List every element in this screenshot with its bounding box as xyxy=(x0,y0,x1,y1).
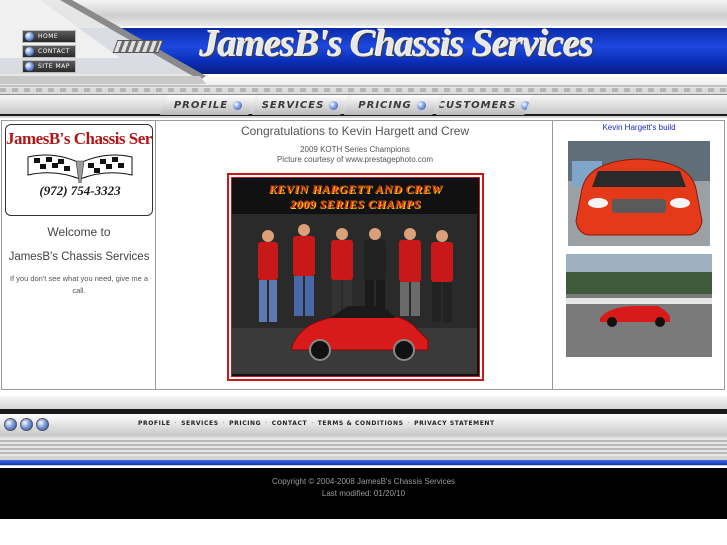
bullet-icon xyxy=(25,32,34,41)
arrow-circle-icon xyxy=(329,100,339,110)
footer-link-separator: · xyxy=(265,420,268,427)
footer-blue-stripe xyxy=(0,460,727,465)
footer-link-separator: · xyxy=(174,420,178,427)
side-nav-site-map[interactable]: SITE MAP xyxy=(22,60,76,73)
welcome-text: Welcome to xyxy=(47,225,111,239)
red-mustang-front-image xyxy=(568,141,710,246)
footer-link-separator: · xyxy=(407,420,411,427)
header-grille-decoration xyxy=(112,40,164,53)
tab-profile[interactable]: PROFILE xyxy=(160,95,256,115)
side-nav-home[interactable]: HOME xyxy=(22,30,76,43)
tab-label: SERVICES xyxy=(261,99,325,111)
champions-photo-image: KEVIN HARGETT AND CREW 2009 SERIES CHAMP… xyxy=(231,177,480,377)
footer-top-stripe xyxy=(0,396,727,410)
footer-link-terms[interactable]: TERMS & CONDITIONS xyxy=(318,420,404,427)
footer-links: PROFILE · SERVICES · PRICING · CONTACT ·… xyxy=(138,420,495,427)
build-title[interactable]: Kevin Hargett's build xyxy=(554,123,724,132)
side-nav-contact[interactable]: CONTACT xyxy=(22,45,76,58)
footer-link-separator: · xyxy=(311,420,314,427)
footer-link-services[interactable]: SERVICES xyxy=(181,420,219,427)
site-title: JamesB's Chassis Services xyxy=(200,23,594,65)
company-logo[interactable]: JamesB's Chassis Services xyxy=(5,124,153,216)
headline: Congratulations to Kevin Hargett and Cre… xyxy=(240,124,470,138)
page: HOME CONTACT SITE MAP JamesB's Chassis S… xyxy=(0,0,727,545)
copyright-text: Copyright © 2004-2008 JamesB's Chassis S… xyxy=(271,477,456,486)
contact-icon[interactable] xyxy=(20,418,33,431)
red-mustang-track-image xyxy=(566,254,712,357)
footer-pinstripes xyxy=(0,438,727,456)
company-name-text: JamesB's Chassis Services xyxy=(8,251,150,263)
side-nav-label: CONTACT xyxy=(38,48,70,55)
help-note: If you don't see what you need, give me … xyxy=(9,274,149,295)
footer-link-profile[interactable]: PROFILE xyxy=(138,420,171,427)
side-nav-label: HOME xyxy=(38,33,59,40)
photo-credit: Picture courtesy of www.prestagephoto.co… xyxy=(276,155,434,164)
tab-label: PROFILE xyxy=(173,99,229,111)
side-nav: HOME CONTACT SITE MAP xyxy=(22,30,76,75)
footer-icon-group xyxy=(4,418,52,431)
checkered-flag-icon xyxy=(27,154,133,183)
tab-label: CUSTOMERS xyxy=(437,99,517,111)
side-nav-label: SITE MAP xyxy=(38,63,70,70)
champions-photo: KEVIN HARGETT AND CREW 2009 SERIES CHAMP… xyxy=(227,173,484,381)
logo-name: JamesB's Chassis Services xyxy=(6,129,152,148)
top-tabs: PROFILE SERVICES PRICING CUSTOMERS xyxy=(160,95,532,115)
home-icon[interactable] xyxy=(4,418,17,431)
main-column: Congratulations to Kevin Hargett and Cre… xyxy=(157,121,553,389)
footer-band: PROFILE · SERVICES · PRICING · CONTACT ·… xyxy=(0,396,727,466)
tab-services[interactable]: SERVICES xyxy=(252,95,348,115)
crew-and-car-illustration xyxy=(232,214,477,374)
footer-link-privacy[interactable]: PRIVACY STATEMENT xyxy=(414,420,495,427)
footer-link-contact[interactable]: CONTACT xyxy=(272,420,308,427)
site-map-icon[interactable] xyxy=(36,418,49,431)
last-modified-text: Last modified: 01/20/10 xyxy=(321,489,406,498)
logo-phone: (972) 754-3323 xyxy=(39,183,121,198)
arrow-circle-icon xyxy=(416,100,426,110)
tab-label: PRICING xyxy=(358,99,412,111)
bullet-icon xyxy=(25,47,34,56)
footer-link-pricing[interactable]: PRICING xyxy=(229,420,261,427)
content-area: JamesB's Chassis Services xyxy=(1,120,725,390)
build-photo-track[interactable] xyxy=(566,254,712,357)
header: HOME CONTACT SITE MAP JamesB's Chassis S… xyxy=(0,0,727,118)
tab-customers[interactable]: CUSTOMERS xyxy=(436,95,532,115)
bullet-icon xyxy=(25,62,34,71)
tab-pricing[interactable]: PRICING xyxy=(344,95,440,115)
left-column: JamesB's Chassis Services xyxy=(2,121,156,389)
arrow-circle-icon xyxy=(233,100,243,110)
footer-link-separator: · xyxy=(222,420,226,427)
right-column: Kevin Hargett's build xyxy=(554,121,724,389)
build-photo-front[interactable] xyxy=(568,141,710,246)
copyright-bar: Copyright © 2004-2008 JamesB's Chassis S… xyxy=(0,468,727,519)
subline: 2009 KOTH Series Champions xyxy=(300,145,410,154)
